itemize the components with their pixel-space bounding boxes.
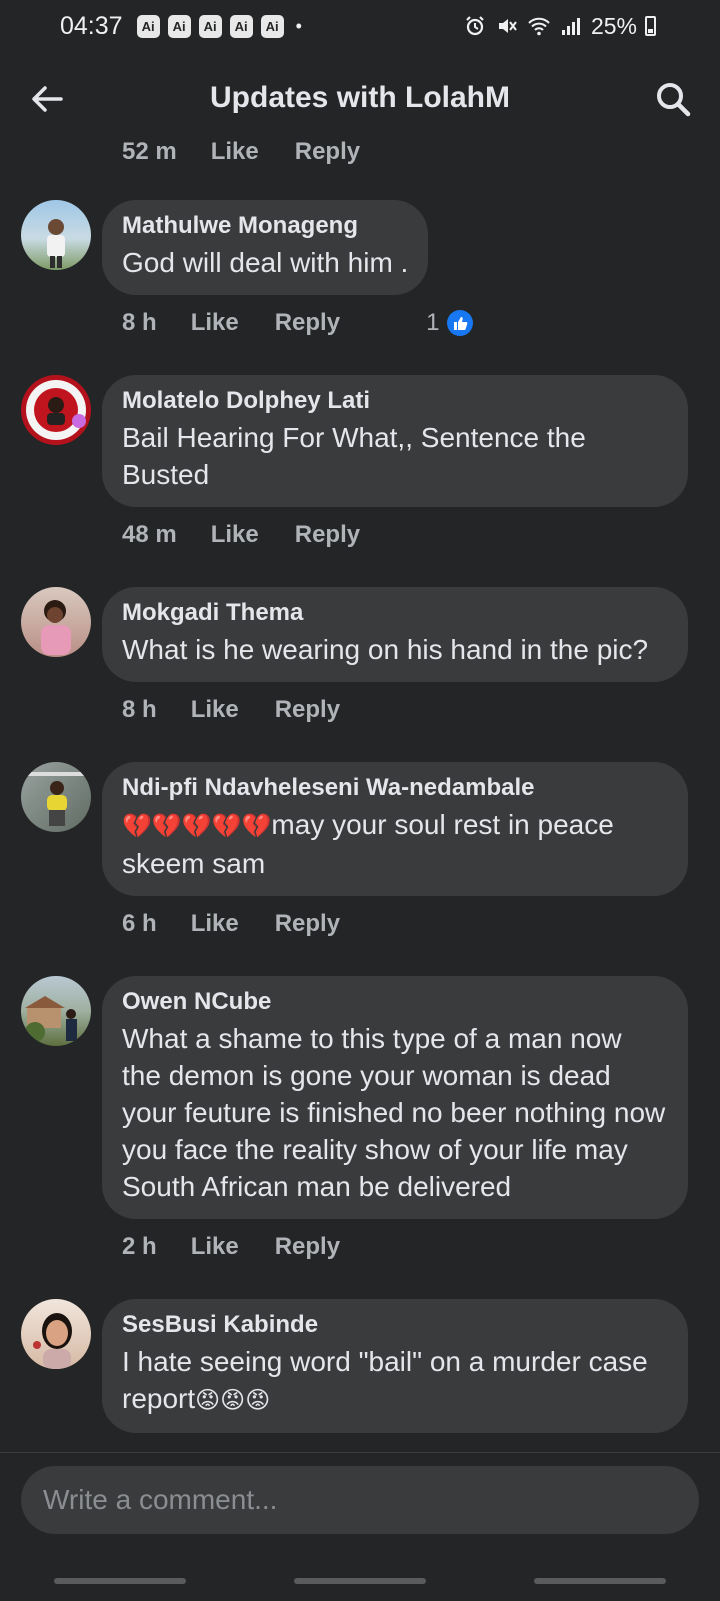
comment: Mathulwe Monageng God will deal with him… (0, 200, 720, 345)
comments-feed[interactable]: 52 m Like Reply Mathulwe Monageng God wi… (0, 130, 720, 1433)
page-title: Updates with LolahM (210, 81, 510, 114)
reply-button[interactable]: Reply (275, 696, 340, 724)
ai-badge: Ai (167, 14, 191, 38)
comment-text: Bail Hearing For What,, Sentence the Bus… (122, 422, 586, 490)
comment-meta: 52 m Like Reply (0, 130, 720, 174)
notification-dot: • (295, 15, 302, 36)
comment-time: 48 m (122, 521, 177, 548)
like-button[interactable]: Like (211, 138, 259, 166)
comment-author[interactable]: SesBusi Kabinde (122, 1311, 668, 1339)
reply-button[interactable]: Reply (295, 521, 360, 549)
broken-heart-emojis: 💔💔💔💔💔 (122, 813, 272, 840)
comment: Owen NCube What a shame to this type of … (0, 976, 720, 1269)
comment-meta: 8 h Like Reply 1 (102, 301, 720, 345)
comment-bubble[interactable]: Molatelo Dolphey Lati Bail Hearing For W… (102, 375, 688, 507)
reply-button[interactable]: Reply (295, 138, 360, 166)
system-nav-bar (0, 1561, 720, 1601)
recent-apps-button[interactable] (54, 1578, 186, 1584)
search-button[interactable] (652, 78, 694, 120)
comment-bubble[interactable]: SesBusi Kabinde I hate seeing word "bail… (102, 1299, 688, 1433)
reply-button[interactable]: Reply (275, 1233, 340, 1261)
reaction-count[interactable]: 1 (426, 309, 474, 337)
comment: Molatelo Dolphey Lati Bail Hearing For W… (0, 375, 720, 557)
avatar[interactable] (21, 200, 91, 270)
home-button[interactable] (294, 1578, 426, 1584)
comment-bubble[interactable]: Ndi-pfi Ndavheleseni Wa-nedambale 💔💔💔💔💔m… (102, 762, 688, 896)
status-right: 25% (463, 13, 656, 40)
battery-percent: 25% (590, 12, 637, 39)
comment-text: I hate seeing word "bail" on a murder ca… (122, 1343, 668, 1419)
system-back-button[interactable] (534, 1578, 666, 1584)
ai-badge: Ai (136, 14, 160, 38)
like-button[interactable]: Like (191, 910, 239, 938)
status-bar: 04:37 Ai Ai Ai Ai Ai • 25% (0, 0, 720, 52)
comment-author[interactable]: Molatelo Dolphey Lati (122, 387, 668, 415)
comment: SesBusi Kabinde I hate seeing word "bail… (0, 1299, 720, 1433)
page-header: Updates with LolahM (0, 60, 720, 136)
mute-icon (495, 14, 519, 38)
comment-input[interactable]: Write a comment... (21, 1466, 699, 1534)
comment-meta: 48 m Like Reply (102, 513, 720, 557)
comment-bubble[interactable]: Mokgadi Thema What is he wearing on his … (102, 587, 688, 682)
comment-author[interactable]: Mathulwe Monageng (122, 212, 408, 240)
avatar[interactable] (21, 762, 91, 832)
like-button[interactable]: Like (211, 521, 259, 549)
reply-button[interactable]: Reply (275, 309, 340, 337)
status-left: 04:37 Ai Ai Ai Ai Ai • (60, 12, 302, 41)
comment-author[interactable]: Owen NCube (122, 988, 668, 1016)
avatar[interactable] (21, 976, 91, 1046)
comment-bubble[interactable]: Owen NCube What a shame to this type of … (102, 976, 688, 1219)
comment-text: God will deal with him . (122, 247, 409, 278)
angry-emojis: 😡😡😡 (195, 1387, 271, 1414)
ai-badge: Ai (229, 14, 253, 38)
alarm-icon (463, 14, 487, 38)
reply-button[interactable]: Reply (275, 910, 340, 938)
comment-time: 2 h (122, 1233, 157, 1260)
back-button[interactable] (26, 78, 68, 120)
ai-badge: Ai (198, 14, 222, 38)
wifi-icon (527, 14, 551, 38)
comment-time: 52 m (122, 138, 177, 165)
comment: Ndi-pfi Ndavheleseni Wa-nedambale 💔💔💔💔💔m… (0, 762, 720, 946)
back-arrow-icon (32, 86, 63, 112)
comment-meta: 8 h Like Reply (102, 688, 720, 732)
comment: Mokgadi Thema What is he wearing on his … (0, 587, 720, 732)
comment-text: What a shame to this type of a man now t… (122, 1023, 666, 1202)
comment-time: 8 h (122, 696, 157, 723)
comment-bubble[interactable]: Mathulwe Monageng God will deal with him… (102, 200, 429, 295)
comment-time: 8 h (122, 309, 157, 336)
comment-meta: 2 h Like Reply (102, 1225, 720, 1269)
avatar[interactable] (21, 587, 91, 657)
thumbs-up-icon (447, 310, 474, 336)
avatar[interactable] (21, 375, 91, 445)
comment-time: 6 h (122, 910, 157, 937)
like-button[interactable]: Like (191, 309, 239, 337)
battery-icon (645, 16, 656, 36)
avatar[interactable] (21, 1299, 91, 1369)
comment-author[interactable]: Mokgadi Thema (122, 599, 668, 627)
ai-badge: Ai (260, 14, 284, 38)
comment-author[interactable]: Ndi-pfi Ndavheleseni Wa-nedambale (122, 774, 668, 802)
like-button[interactable]: Like (191, 696, 239, 724)
comment-text: What is he wearing on his hand in the pi… (122, 634, 649, 665)
status-time: 04:37 (60, 11, 123, 40)
composer-bar: Write a comment... (0, 1452, 720, 1601)
comment-meta: 6 h Like Reply (102, 902, 720, 946)
signal-icon (559, 14, 583, 38)
search-icon (657, 83, 691, 117)
reaction-count-value: 1 (426, 309, 440, 336)
comment-text: 💔💔💔💔💔may your soul rest in peace skeem s… (122, 806, 668, 882)
like-button[interactable]: Like (191, 1233, 239, 1261)
